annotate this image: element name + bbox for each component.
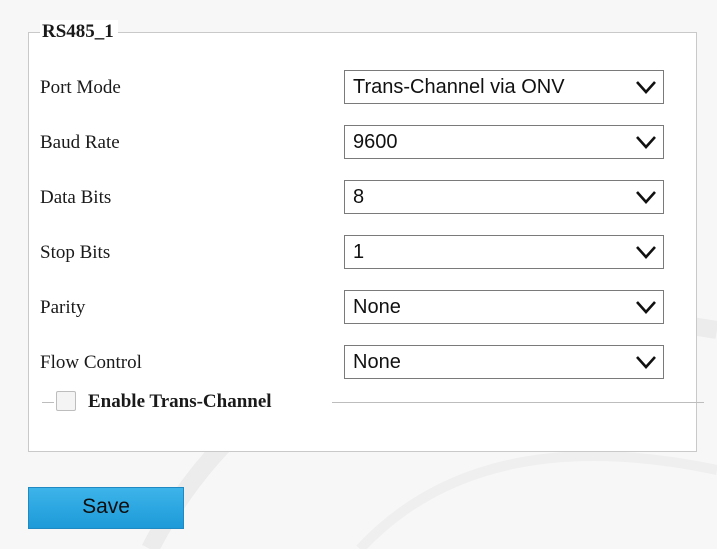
baud-rate-select[interactable]: 9600 (344, 125, 664, 159)
stop-bits-label: Stop Bits (40, 242, 111, 263)
chevron-down-icon (635, 134, 657, 150)
stop-bits-value: 1 (353, 241, 365, 263)
group-title: RS485_1 (40, 20, 118, 44)
chevron-down-icon (635, 244, 657, 260)
port-mode-value: Trans-Channel via ONV (353, 76, 565, 98)
divider-right (332, 402, 704, 403)
data-bits-value: 8 (353, 186, 365, 208)
enable-trans-channel-label: Enable Trans-Channel (88, 391, 272, 412)
data-bits-label: Data Bits (40, 187, 112, 208)
chevron-down-icon (635, 189, 657, 205)
save-button[interactable]: Save (28, 487, 184, 529)
parity-label: Parity (40, 297, 86, 318)
baud-rate-value: 9600 (353, 131, 398, 153)
chevron-down-icon (635, 354, 657, 370)
chevron-down-icon (635, 79, 657, 95)
port-mode-select[interactable]: Trans-Channel via ONV (344, 70, 664, 104)
enable-trans-channel-checkbox[interactable] (56, 391, 76, 411)
chevron-down-icon (635, 299, 657, 315)
flow-control-select[interactable]: None (344, 345, 664, 379)
divider-left (42, 402, 54, 403)
flow-control-label: Flow Control (40, 352, 142, 373)
stop-bits-select[interactable]: 1 (344, 235, 664, 269)
data-bits-select[interactable]: 8 (344, 180, 664, 214)
baud-rate-label: Baud Rate (40, 132, 120, 153)
parity-value: None (353, 296, 401, 318)
parity-select[interactable]: None (344, 290, 664, 324)
port-mode-label: Port Mode (40, 77, 121, 98)
flow-control-value: None (353, 351, 401, 373)
